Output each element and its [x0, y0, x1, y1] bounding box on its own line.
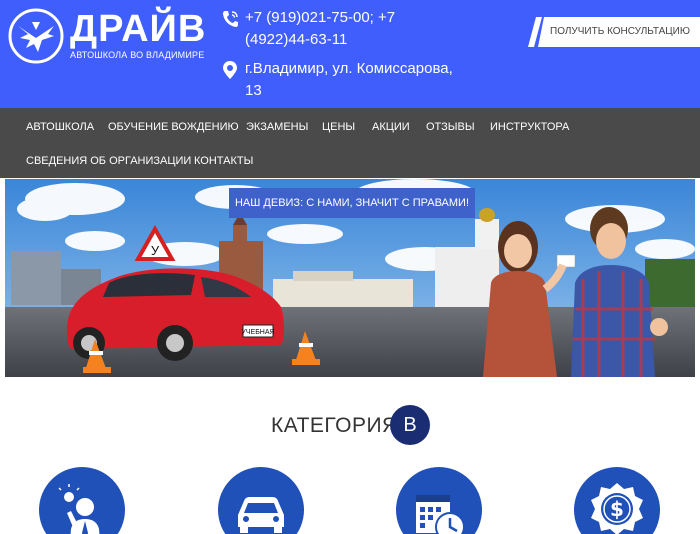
svg-text:$: $ — [610, 497, 624, 521]
motto-banner: НАШ ДЕВИЗ: С НАМИ, ЗНАЧИТ С ПРАВАМИ! — [229, 188, 475, 218]
plate-text: УЧЕБНАЯ — [241, 329, 274, 336]
map-pin-icon — [223, 61, 237, 79]
main-nav: АВТОШКОЛА ОБУЧЕНИЕ ВОЖДЕНИЮ ЭКЗАМЕНЫ ЦЕН… — [0, 108, 700, 178]
category-title: КАТЕГОРИЯ — [271, 414, 398, 437]
feature-price[interactable]: $ — [574, 467, 660, 534]
address-text: г.Владимир, ул. Комиссарова, 13 — [245, 60, 453, 99]
nav-item-obuchenie[interactable]: ОБУЧЕНИЕ ВОЖДЕНИЮ — [108, 120, 239, 134]
brand[interactable]: ДРАЙВ АВТОШКОЛА ВО ВЛАДИМИРЕ — [70, 10, 206, 60]
dollar-badge-icon: $ — [591, 483, 643, 534]
category-badge: B — [390, 405, 430, 445]
phone-contact[interactable]: +7 (919)021-75-00; +7 (4922)44-63-11 — [221, 7, 411, 51]
consult-button[interactable]: ПОЛУЧИТЬ КОНСУЛЬТАЦИЮ — [528, 17, 700, 47]
brand-subtitle: АВТОШКОЛА ВО ВЛАДИМИРЕ — [70, 50, 205, 60]
nav-item-kontakty[interactable]: КОНТАКТЫ — [194, 154, 253, 168]
nav-item-svedeniya[interactable]: СВЕДЕНИЯ ОБ ОРГАНИЗАЦИИ — [26, 154, 191, 168]
nav-item-aktsii[interactable]: АКЦИИ — [372, 120, 410, 134]
nav-item-avtoshkola[interactable]: АВТОШКОЛА — [26, 120, 94, 134]
feature-schedule[interactable] — [396, 467, 482, 534]
logo-eagle-icon[interactable] — [8, 8, 64, 64]
phone-text: +7 (919)021-75-00; +7 (4922)44-63-11 — [245, 9, 396, 48]
feature-car[interactable] — [218, 467, 304, 534]
site-header: ДРАЙВ АВТОШКОЛА ВО ВЛАДИМИРЕ +7 (919)021… — [0, 0, 700, 108]
address-contact: г.Владимир, ул. Комиссарова, 13 — [221, 58, 461, 102]
phone-icon — [223, 11, 238, 27]
car-icon — [238, 497, 284, 533]
nav-item-ekzameny[interactable]: ЭКЗАМЕНЫ — [246, 120, 308, 134]
feature-instructor[interactable] — [39, 467, 125, 534]
calendar-clock-icon — [416, 495, 465, 534]
sign-letter: У — [151, 243, 160, 258]
consult-button-label: ПОЛУЧИТЬ КОНСУЛЬТАЦИЮ — [550, 26, 690, 37]
nav-item-otzyvy[interactable]: ОТЗЫВЫ — [426, 120, 475, 134]
nav-item-instruktora[interactable]: ИНСТРУКТОРА — [490, 120, 569, 134]
nav-item-tseny[interactable]: ЦЕНЫ — [322, 120, 355, 134]
instructor-idea-icon — [58, 484, 100, 534]
brand-name: ДРАЙВ — [70, 8, 207, 50]
